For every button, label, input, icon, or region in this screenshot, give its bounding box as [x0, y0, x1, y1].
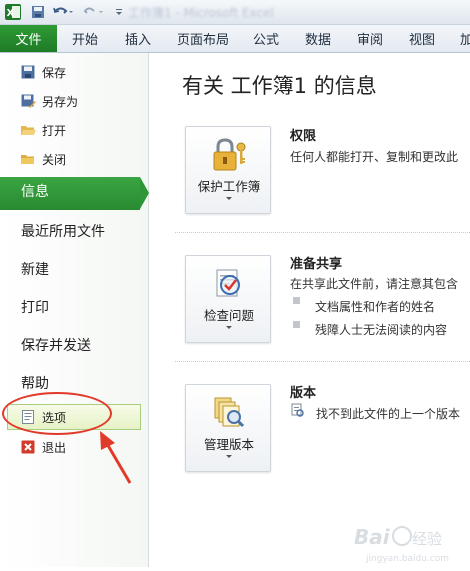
save-icon[interactable] — [30, 3, 46, 21]
nav-item-recent[interactable]: 最近所用文件 — [21, 219, 105, 243]
protect-workbook-label: 保护工作簿 — [197, 179, 261, 194]
nav-close-label: 关闭 — [42, 152, 67, 167]
redo-icon[interactable] — [82, 3, 104, 21]
dropdown-arrow-icon — [226, 197, 232, 200]
manage-versions-icon — [209, 395, 249, 431]
nav-item-save-send[interactable]: 保存并发送 — [21, 333, 91, 357]
tab-insert[interactable]: 插入 — [125, 25, 151, 52]
nav-save-as[interactable]: 另存为 — [20, 91, 78, 111]
section-divider — [175, 361, 470, 362]
manage-versions-button[interactable]: 管理版本 — [185, 384, 271, 472]
check-issues-button[interactable]: 检查问题 — [185, 255, 271, 343]
nav-exit[interactable]: 退出 — [20, 437, 66, 457]
selection-arrow — [140, 177, 149, 209]
nav-item-help[interactable]: 帮助 — [21, 371, 49, 395]
open-folder-icon — [20, 122, 36, 138]
tab-page-layout[interactable]: 页面布局 — [177, 25, 229, 52]
check-issues-icon — [209, 266, 249, 302]
exit-icon — [20, 439, 36, 455]
page-title: 有关 工作簿1 的信息 — [182, 74, 377, 98]
backstage-nav: 保存 另存为 打开 关闭 信息 最近所用文件 新建 打印 保存并发送 帮助 选项… — [0, 53, 149, 567]
close-folder-icon — [20, 151, 36, 167]
lock-keys-icon — [209, 137, 249, 173]
nav-item-new[interactable]: 新建 — [21, 257, 49, 281]
nav-exit-label: 退出 — [42, 440, 67, 455]
nav-item-print[interactable]: 打印 — [21, 295, 49, 319]
versions-heading: 版本 — [290, 386, 317, 401]
svg-text:jingyan.baidu.com: jingyan.baidu.com — [365, 554, 449, 564]
nav-save-label: 保存 — [42, 65, 67, 80]
bullet-document-properties: 文档属性和作者的姓名 — [315, 300, 436, 314]
nav-save[interactable]: 保存 — [20, 62, 66, 82]
dropdown-arrow-icon — [226, 455, 232, 458]
prepare-sharing-heading: 准备共享 — [290, 257, 343, 272]
bullet-icon — [293, 297, 300, 304]
svg-text:X: X — [7, 8, 15, 19]
window-title: 工作簿1 - Microsoft Excel — [128, 6, 274, 20]
tab-formulas[interactable]: 公式 — [253, 25, 279, 52]
save-icon — [20, 64, 36, 80]
protect-workbook-button[interactable]: 保护工作簿 — [185, 126, 271, 214]
ribbon-tab-bar: 文件 开始 插入 页面布局 公式 数据 审阅 视图 加 — [0, 25, 470, 53]
dropdown-arrow-icon — [226, 326, 232, 329]
prepare-sharing-description: 在共享此文件前，请注意其包含 — [290, 277, 459, 291]
tab-home[interactable]: 开始 — [72, 25, 98, 52]
check-issues-label: 检查问题 — [203, 308, 254, 323]
baidu-watermark: Bai 经验 jingyan.baidu.com — [352, 520, 470, 567]
undo-icon[interactable] — [52, 3, 74, 21]
versions-description: 找不到此文件的上一个版本 — [316, 407, 461, 421]
annotation-arrow — [100, 431, 132, 484]
bullet-accessibility: 残障人士无法阅读的内容 — [315, 323, 448, 337]
nav-item-info-label: 信息 — [21, 184, 49, 200]
tab-review[interactable]: 审阅 — [357, 25, 383, 52]
excel-icon[interactable]: X — [4, 3, 22, 21]
permissions-description: 任何人都能打开、复制和更改此 — [290, 150, 459, 164]
nav-close[interactable]: 关闭 — [20, 149, 66, 169]
file-tab[interactable]: 文件 — [0, 25, 57, 52]
tab-data[interactable]: 数据 — [305, 25, 331, 52]
customize-icon[interactable] — [114, 3, 124, 21]
manage-versions-label: 管理版本 — [203, 437, 254, 452]
section-divider — [175, 232, 470, 233]
nav-open[interactable]: 打开 — [20, 120, 66, 140]
tab-view[interactable]: 视图 — [409, 25, 435, 52]
save-as-icon — [20, 93, 36, 109]
permissions-heading: 权限 — [290, 129, 317, 144]
nav-open-label: 打开 — [42, 123, 67, 138]
svg-text:经验: 经验 — [412, 530, 442, 548]
nav-save-as-label: 另存为 — [42, 94, 79, 109]
tab-addins[interactable]: 加 — [460, 25, 470, 52]
title-bar: X 工作簿1 - Microsoft Excel — [0, 0, 470, 25]
document-icon — [290, 403, 304, 417]
svg-text:Bai: Bai — [354, 525, 391, 549]
bullet-icon — [293, 321, 300, 328]
